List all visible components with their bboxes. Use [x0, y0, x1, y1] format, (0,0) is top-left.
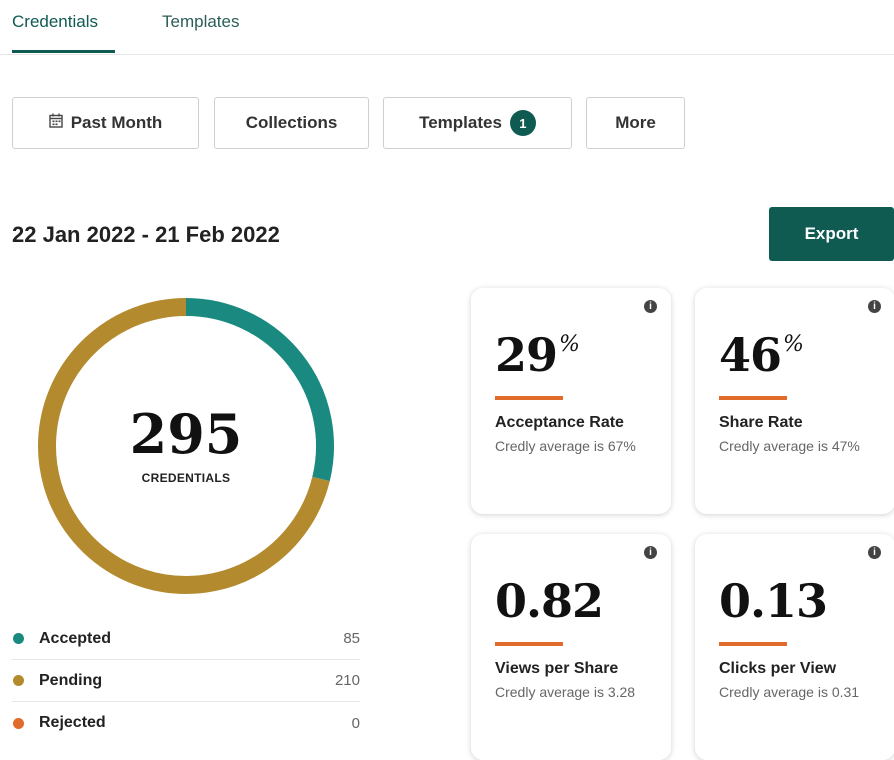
metric-value: 46%	[719, 328, 804, 382]
legend-row-accepted: Accepted 85	[12, 618, 360, 660]
legend-row-rejected: Rejected 0	[12, 702, 360, 744]
legend-value: 0	[351, 714, 360, 732]
more-button[interactable]: More	[586, 97, 685, 149]
metric-accent-bar	[719, 642, 787, 646]
metric-value: 29%	[495, 328, 580, 382]
info-icon[interactable]: i	[644, 546, 657, 559]
tab-bar: Credentials Templates	[0, 0, 894, 55]
collections-label: Collections	[245, 113, 338, 132]
metric-value: 0.13	[719, 574, 828, 628]
active-tab-indicator	[12, 50, 115, 53]
metric-title: Share Rate	[719, 414, 803, 431]
tab-templates[interactable]: Templates	[162, 12, 239, 32]
legend-row-pending: Pending 210	[12, 660, 360, 702]
credentials-total-label: CREDENTIALS	[141, 471, 231, 485]
date-range: 22 Jan 2022 - 21 Feb 2022	[12, 222, 280, 247]
metric-accent-bar	[495, 642, 563, 646]
more-label: More	[615, 113, 656, 132]
metric-title: Clicks per View	[719, 660, 837, 677]
metric-title: Views per Share	[495, 660, 619, 677]
metric-card-share-rate: i 46% Share Rate Credly average is 47%	[695, 288, 894, 514]
status-legend: Accepted 85 Pending 210 Rejected 0	[12, 618, 360, 744]
credentials-total: 295	[129, 402, 243, 466]
rejected-dot-icon	[13, 717, 24, 729]
legend-value: 210	[334, 672, 360, 689]
metric-accent-bar	[495, 396, 563, 400]
pending-dot-icon	[13, 675, 24, 686]
export-button[interactable]: Export	[769, 207, 894, 261]
past-month-button[interactable]: Past Month	[12, 97, 199, 149]
metric-average-note: Credly average is 0.31	[719, 684, 860, 700]
metric-card-views-per-share: i 0.82 Views per Share Credly average is…	[471, 534, 671, 760]
metric-average-note: Credly average is 67%	[495, 438, 636, 454]
metric-value: 0.82	[495, 574, 604, 628]
legend-label: Accepted	[39, 629, 112, 647]
metric-card-clicks-per-view: i 0.13 Clicks per View Credly average is…	[695, 534, 894, 760]
info-icon[interactable]: i	[644, 300, 657, 313]
collections-button[interactable]: Collections	[214, 97, 369, 149]
past-month-label: Past Month	[70, 113, 163, 132]
metric-accent-bar	[719, 396, 787, 400]
info-icon[interactable]: i	[868, 546, 881, 559]
metric-average-note: Credly average is 3.28	[495, 684, 636, 700]
calendar-icon	[48, 113, 63, 133]
donut-center: 295 CREDENTIALS	[36, 296, 336, 596]
metric-title: Acceptance Rate	[495, 414, 624, 431]
metric-average-note: Credly average is 47%	[719, 438, 860, 454]
accepted-dot-icon	[13, 633, 24, 644]
templates-filter-label: Templates	[419, 113, 502, 132]
templates-count-badge: 1	[509, 110, 536, 136]
legend-value: 85	[343, 630, 360, 647]
metric-card-acceptance-rate: i 29% Acceptance Rate Credly average is …	[471, 288, 671, 514]
tab-credentials[interactable]: Credentials	[12, 12, 98, 32]
templates-filter-button[interactable]: Templates 1	[383, 97, 572, 149]
legend-label: Pending	[39, 671, 103, 689]
legend-label: Rejected	[39, 714, 106, 731]
info-icon[interactable]: i	[868, 300, 881, 313]
